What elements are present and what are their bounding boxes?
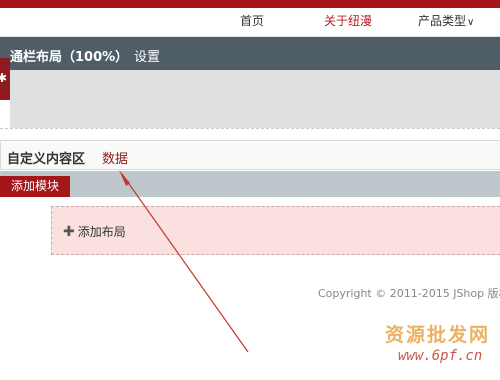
copyright-text: Copyright © 2011-2015 JShop 版权 bbox=[318, 287, 500, 300]
layout-divider bbox=[0, 128, 500, 129]
layout-header-bar: 通栏布局（100%） 设置 bbox=[0, 37, 500, 70]
top-accent-bar bbox=[0, 0, 500, 8]
nav-products-menu[interactable]: 产品类型∨ bbox=[418, 13, 474, 31]
module-toolbar bbox=[0, 171, 500, 197]
layout-settings-link[interactable]: 设置 bbox=[134, 46, 160, 65]
layout-title: 通栏布局（100%） bbox=[10, 50, 129, 65]
layout-content-area bbox=[10, 70, 500, 128]
add-layout-label: 添加布局 bbox=[77, 225, 126, 239]
watermark-logo-text: 资源批发网 bbox=[385, 324, 491, 346]
nav-products-label: 产品类型 bbox=[418, 14, 467, 28]
plus-icon: ✚ bbox=[63, 224, 75, 240]
gear-icon: ✱ bbox=[0, 71, 8, 85]
nav-about-link[interactable]: 关于纽漫 bbox=[324, 13, 372, 29]
add-layout-dropzone: ✚ 添加布局 bbox=[51, 206, 500, 255]
custom-content-bar: 自定义内容区 数据 bbox=[0, 140, 500, 170]
add-layout-button[interactable]: ✚ 添加布局 bbox=[63, 223, 126, 240]
side-settings-tab[interactable]: ✱ bbox=[0, 58, 10, 100]
add-module-button[interactable]: 添加模块 bbox=[0, 176, 70, 197]
chevron-down-icon: ∨ bbox=[467, 17, 475, 28]
nav-home-link[interactable]: 首页 bbox=[240, 13, 264, 29]
data-link[interactable]: 数据 bbox=[102, 148, 128, 167]
annotation-arrow-shaft bbox=[121, 173, 249, 353]
custom-content-title: 自定义内容区 bbox=[7, 152, 86, 167]
watermark-url: www.6pf.cn bbox=[398, 348, 483, 364]
top-navigation: 首页 关于纽漫 产品类型∨ bbox=[0, 8, 500, 37]
